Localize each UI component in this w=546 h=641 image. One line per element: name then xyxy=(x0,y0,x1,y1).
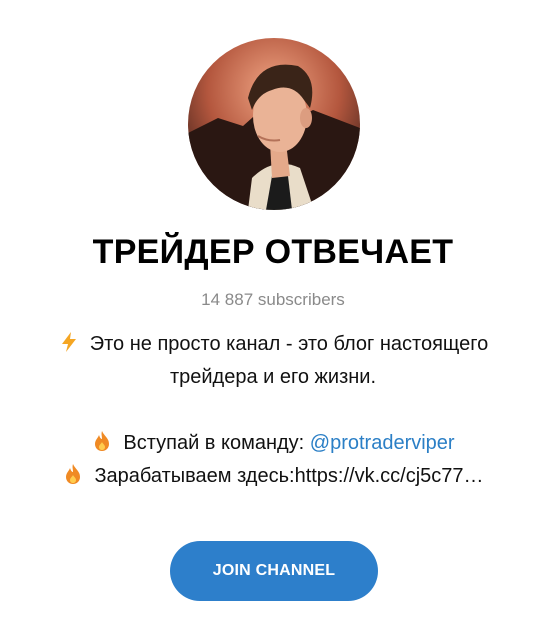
description-line-4: Зарабатываем здесь:https://vk.cc/cj5c77… xyxy=(20,460,526,493)
channel-avatar xyxy=(188,38,360,210)
description-line-3: Вступай в команду: @protraderviper xyxy=(20,427,526,460)
description-line-2: трейдера и его жизни. xyxy=(169,366,377,388)
description-line-1: Это не просто канал - это блог настоящег… xyxy=(20,328,526,361)
description-text-3: Вступай в команду: xyxy=(123,432,310,454)
channel-description: Это не просто канал - это блог настоящег… xyxy=(20,328,526,493)
description-text-1: Это не просто канал - это блог настоящег… xyxy=(89,333,489,355)
fire-icon xyxy=(62,463,84,485)
lightning-icon xyxy=(58,331,80,353)
channel-preview: ТРЕЙДЕР ОТВЕЧАЕТ 14 887 subscribers Это … xyxy=(0,0,546,641)
channel-title: ТРЕЙДЕР ОТВЕЧАЕТ xyxy=(92,233,454,271)
description-spacer xyxy=(20,394,526,427)
fire-icon xyxy=(91,430,113,452)
description-text-4: Зарабатываем здесь:https://vk.cc/cj5c77… xyxy=(94,465,484,487)
mention-link[interactable]: @protraderviper xyxy=(310,432,455,454)
join-channel-button[interactable]: JOIN CHANNEL xyxy=(170,541,378,601)
avatar-image xyxy=(188,38,360,210)
subscriber-count: 14 887 subscribers xyxy=(201,290,345,309)
